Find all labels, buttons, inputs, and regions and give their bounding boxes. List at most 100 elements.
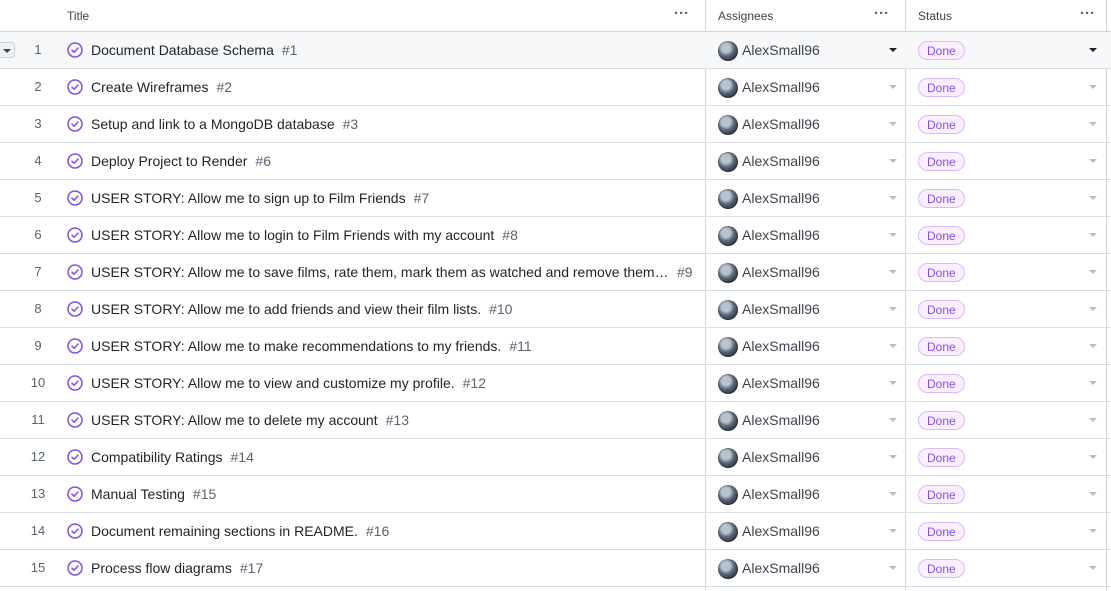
title-column-menu-icon[interactable]: ··· bbox=[674, 6, 689, 21]
issue-title-link[interactable]: Create Wireframes #2 bbox=[91, 69, 232, 105]
status-dropdown-icon[interactable] bbox=[1089, 159, 1097, 163]
assignees-column-menu-icon[interactable]: ··· bbox=[874, 6, 889, 21]
status-dropdown-icon[interactable] bbox=[1089, 196, 1097, 200]
status-column-menu-icon[interactable]: ··· bbox=[1080, 6, 1095, 21]
table-row[interactable]: 7 USER STORY: Allow me to save films, rat… bbox=[0, 254, 1111, 291]
assignee-avatar[interactable] bbox=[718, 300, 738, 320]
assignee-avatar[interactable] bbox=[718, 485, 738, 505]
assignee-avatar[interactable] bbox=[718, 189, 738, 209]
assignees-dropdown-icon[interactable] bbox=[889, 122, 897, 126]
assignees-dropdown-icon[interactable] bbox=[889, 344, 897, 348]
status-dropdown-icon[interactable] bbox=[1089, 381, 1097, 385]
table-row[interactable]: 12 Compatibility Ratings #14 AlexSmall96 Don… bbox=[0, 439, 1111, 476]
table-row[interactable]: 11 USER STORY: Allow me to delete my acco… bbox=[0, 402, 1111, 439]
assignees-dropdown-icon[interactable] bbox=[889, 159, 897, 163]
assignee-avatar[interactable] bbox=[718, 448, 738, 468]
table-row[interactable]: 5 USER STORY: Allow me to sign up to Film… bbox=[0, 180, 1111, 217]
assignees-dropdown-icon[interactable] bbox=[889, 492, 897, 496]
assignee-name[interactable]: AlexSmall96 bbox=[742, 513, 820, 549]
issue-title-link[interactable]: USER STORY: Allow me to delete my accoun… bbox=[91, 402, 409, 438]
assignee-avatar[interactable] bbox=[718, 41, 738, 61]
status-dropdown-icon[interactable] bbox=[1089, 270, 1097, 274]
table-row[interactable]: 4 Deploy Project to Render #6 AlexSmall96 Do… bbox=[0, 143, 1111, 180]
assignees-dropdown-icon[interactable] bbox=[889, 566, 897, 570]
status-dropdown-icon[interactable] bbox=[1089, 418, 1097, 422]
status-dropdown-icon[interactable] bbox=[1089, 122, 1097, 126]
assignees-dropdown-icon[interactable] bbox=[889, 48, 897, 52]
assignee-name[interactable]: AlexSmall96 bbox=[742, 106, 820, 142]
issue-title-link[interactable]: USER STORY: Allow me to view and customi… bbox=[91, 365, 486, 401]
status-badge: Done bbox=[918, 263, 965, 282]
issue-title-text: USER STORY: Allow me to sign up to Film … bbox=[91, 190, 406, 206]
assignee-name[interactable]: AlexSmall96 bbox=[742, 32, 820, 68]
assignees-dropdown-icon[interactable] bbox=[889, 381, 897, 385]
assignee-name[interactable]: AlexSmall96 bbox=[742, 143, 820, 179]
status-dropdown-icon[interactable] bbox=[1089, 529, 1097, 533]
table-row[interactable]: 3 Setup and link to a MongoDB database #3 A… bbox=[0, 106, 1111, 143]
table-row[interactable]: 14 Document remaining sections in README.… bbox=[0, 513, 1111, 550]
assignee-avatar[interactable] bbox=[718, 337, 738, 357]
status-dropdown-icon[interactable] bbox=[1089, 492, 1097, 496]
table-row[interactable]: 1 Document Database Schema #1 AlexSmall96 Do… bbox=[0, 32, 1111, 69]
assignee-name[interactable]: AlexSmall96 bbox=[742, 217, 820, 253]
column-header-status[interactable]: Status ··· bbox=[905, 0, 1111, 31]
column-header-title[interactable]: Title ··· bbox=[0, 0, 705, 31]
assignees-dropdown-icon[interactable] bbox=[889, 529, 897, 533]
assignee-name[interactable]: AlexSmall96 bbox=[742, 291, 820, 327]
status-dropdown-icon[interactable] bbox=[1089, 566, 1097, 570]
status-dropdown-icon[interactable] bbox=[1089, 344, 1097, 348]
assignees-dropdown-icon[interactable] bbox=[889, 233, 897, 237]
assignee-avatar[interactable] bbox=[718, 559, 738, 579]
issue-title-link[interactable]: USER STORY: Allow me to add friends and … bbox=[91, 291, 512, 327]
table-row[interactable]: 9 USER STORY: Allow me to make recommenda… bbox=[0, 328, 1111, 365]
issue-title-link[interactable]: USER STORY: Allow me to save films, rate… bbox=[91, 254, 671, 290]
assignee-avatar[interactable] bbox=[718, 226, 738, 246]
assignee-name[interactable]: AlexSmall96 bbox=[742, 180, 820, 216]
assignee-name[interactable]: AlexSmall96 bbox=[742, 476, 820, 512]
assignee-name[interactable]: AlexSmall96 bbox=[742, 69, 820, 105]
table-row[interactable]: 10 USER STORY: Allow me to view and custo… bbox=[0, 365, 1111, 402]
table-row[interactable]: 8 USER STORY: Allow me to add friends and… bbox=[0, 291, 1111, 328]
issue-title-link[interactable]: Process flow diagrams #17 bbox=[91, 550, 263, 586]
assignees-dropdown-icon[interactable] bbox=[889, 85, 897, 89]
table-row[interactable]: 2 Create Wireframes #2 AlexSmall96 Done bbox=[0, 69, 1111, 106]
issue-title-link[interactable]: Setup and link to a MongoDB database #3 bbox=[91, 106, 358, 142]
assignee-avatar[interactable] bbox=[718, 78, 738, 98]
assignees-dropdown-icon[interactable] bbox=[889, 196, 897, 200]
issue-title-link[interactable]: Compatibility Ratings #14 bbox=[91, 439, 254, 475]
column-header-assignees[interactable]: Assignees ··· bbox=[705, 0, 905, 31]
table-row[interactable]: 6 USER STORY: Allow me to login to Film F… bbox=[0, 217, 1111, 254]
status-dropdown-icon[interactable] bbox=[1089, 85, 1097, 89]
status-dropdown-icon[interactable] bbox=[1089, 455, 1097, 459]
issue-title-link[interactable]: Document Database Schema #1 bbox=[91, 32, 297, 68]
assignee-avatar[interactable] bbox=[718, 411, 738, 431]
assignee-avatar[interactable] bbox=[718, 263, 738, 283]
issue-title-link[interactable]: Manual Testing #15 bbox=[91, 476, 216, 512]
assignee-avatar[interactable] bbox=[718, 522, 738, 542]
table-row[interactable]: 13 Manual Testing #15 AlexSmall96 Done bbox=[0, 476, 1111, 513]
issue-title-link[interactable]: USER STORY: Allow me to make recommendat… bbox=[91, 328, 532, 364]
assignee-name[interactable]: AlexSmall96 bbox=[742, 328, 820, 364]
issue-title-text: Compatibility Ratings bbox=[91, 449, 223, 465]
row-expand-chevron-down-icon[interactable] bbox=[0, 42, 15, 58]
assignees-dropdown-icon[interactable] bbox=[889, 270, 897, 274]
assignees-dropdown-icon[interactable] bbox=[889, 455, 897, 459]
assignee-avatar[interactable] bbox=[718, 374, 738, 394]
status-dropdown-icon[interactable] bbox=[1089, 48, 1097, 52]
issue-title-link[interactable]: Document remaining sections in README. #1… bbox=[91, 513, 389, 549]
assignee-name[interactable]: AlexSmall96 bbox=[742, 550, 820, 586]
assignee-name[interactable]: AlexSmall96 bbox=[742, 365, 820, 401]
assignee-name[interactable]: AlexSmall96 bbox=[742, 254, 820, 290]
assignee-avatar[interactable] bbox=[718, 115, 738, 135]
assignee-name[interactable]: AlexSmall96 bbox=[742, 439, 820, 475]
status-dropdown-icon[interactable] bbox=[1089, 307, 1097, 311]
assignees-dropdown-icon[interactable] bbox=[889, 418, 897, 422]
table-row[interactable]: 15 Process flow diagrams #17 AlexSmall96 Don… bbox=[0, 550, 1111, 587]
issue-title-link[interactable]: USER STORY: Allow me to sign up to Film … bbox=[91, 180, 429, 216]
status-dropdown-icon[interactable] bbox=[1089, 233, 1097, 237]
assignees-dropdown-icon[interactable] bbox=[889, 307, 897, 311]
assignee-name[interactable]: AlexSmall96 bbox=[742, 402, 820, 438]
assignee-avatar[interactable] bbox=[718, 152, 738, 172]
issue-title-link[interactable]: Deploy Project to Render #6 bbox=[91, 143, 271, 179]
issue-title-link[interactable]: USER STORY: Allow me to login to Film Fr… bbox=[91, 217, 518, 253]
